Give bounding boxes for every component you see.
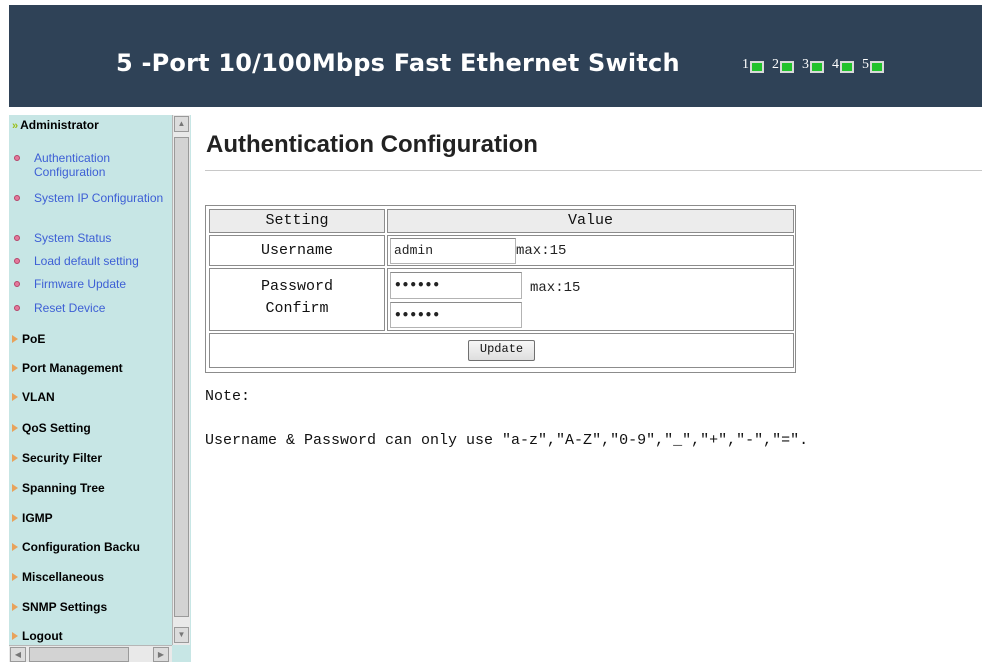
- sidebar-group-label: Logout: [22, 629, 63, 643]
- port-link-led-icon: [870, 61, 884, 73]
- password-value-cell: •••••• max:15 ••••••: [387, 268, 794, 331]
- column-header-setting: Setting: [209, 209, 385, 233]
- collapsed-arrow-icon: [12, 542, 18, 551]
- device-title: 5 -Port 10/100Mbps Fast Ethernet Switch: [116, 49, 680, 77]
- sidebar-group-label: Port Management: [22, 361, 123, 375]
- port-number: 4: [832, 57, 839, 72]
- port-link-led-icon: [750, 61, 764, 73]
- note-label: Note:: [205, 388, 251, 405]
- sidebar-group-label: SNMP Settings: [22, 600, 108, 614]
- title-divider: [205, 170, 982, 171]
- sidebar-group-port-management[interactable]: Port Management: [12, 361, 123, 375]
- port-number: 5: [862, 57, 869, 72]
- scrollbar-thumb[interactable]: [174, 137, 189, 617]
- port-link-led-icon: [810, 61, 824, 73]
- sidebar-group-label: VLAN: [22, 390, 55, 404]
- bullet-icon: [14, 155, 20, 161]
- port-1-status: 1: [742, 57, 764, 73]
- scroll-left-arrow-icon[interactable]: ◀: [10, 647, 26, 662]
- bullet-icon: [14, 195, 20, 201]
- sidebar-group-spanning-tree[interactable]: Spanning Tree: [12, 481, 105, 495]
- sidebar-item-label: Reset Device: [34, 301, 106, 315]
- bullet-icon: [14, 258, 20, 264]
- sidebar-group-security-filter[interactable]: Security Filter: [12, 451, 102, 465]
- port-link-led-icon: [780, 61, 794, 73]
- bullet-icon: [14, 305, 20, 311]
- page-title: Authentication Configuration: [206, 131, 538, 158]
- password-label: Password: [260, 278, 333, 295]
- sidebar-group-igmp[interactable]: IGMP: [12, 511, 53, 525]
- port-3-status: 3: [802, 57, 824, 73]
- port-status-indicators: 1 2 3 4 5: [742, 57, 884, 73]
- sidebar-group-configuration-backup[interactable]: Configuration Backu: [12, 540, 140, 554]
- password-label-cell: Password Confirm: [209, 268, 385, 331]
- sidebar-item-label: System Status: [34, 231, 112, 245]
- port-5-status: 5: [862, 57, 884, 73]
- confirm-password-input[interactable]: ••••••: [390, 302, 522, 328]
- username-value-cell: admin max:15: [387, 235, 794, 266]
- collapsed-arrow-icon: [12, 602, 18, 611]
- sidebar-vertical-scrollbar[interactable]: ▲ ▼: [172, 115, 190, 645]
- sidebar-group-miscellaneous[interactable]: Miscellaneous: [12, 570, 104, 584]
- column-header-value: Value: [387, 209, 794, 233]
- collapsed-arrow-icon: [12, 453, 18, 462]
- sidebar-group-vlan[interactable]: VLAN: [12, 390, 55, 404]
- port-2-status: 2: [772, 57, 794, 73]
- sidebar-item-label: Authentication Configuration: [34, 151, 111, 179]
- scrollbar-thumb[interactable]: [29, 647, 129, 662]
- sidebar-horizontal-scrollbar[interactable]: ◀ ▶: [9, 645, 172, 662]
- auth-config-table: Setting Value Username admin max:15 Pass…: [205, 205, 796, 373]
- sidebar-group-poe[interactable]: PoE: [12, 332, 45, 346]
- sidebar-group-snmp-settings[interactable]: SNMP Settings: [12, 600, 107, 614]
- scroll-up-arrow-icon[interactable]: ▲: [174, 116, 189, 132]
- username-input[interactable]: admin: [390, 238, 516, 264]
- collapsed-arrow-icon: [12, 334, 18, 343]
- scroll-right-arrow-icon[interactable]: ▶: [153, 647, 169, 662]
- username-max-hint: max:15: [516, 243, 567, 259]
- sidebar-group-label: Administrator: [20, 118, 99, 132]
- confirm-label: Confirm: [265, 300, 329, 317]
- collapsed-arrow-icon: [12, 572, 18, 581]
- username-label: Username: [209, 235, 385, 266]
- port-link-led-icon: [840, 61, 854, 73]
- scroll-down-arrow-icon[interactable]: ▼: [174, 627, 189, 643]
- expanded-arrows-icon: »: [12, 120, 19, 132]
- bullet-icon: [14, 281, 20, 287]
- collapsed-arrow-icon: [12, 513, 18, 522]
- sidebar-group-qos-setting[interactable]: QoS Setting: [12, 421, 91, 435]
- collapsed-arrow-icon: [12, 392, 18, 401]
- collapsed-arrow-icon: [12, 483, 18, 492]
- password-max-hint: max:15: [530, 280, 581, 296]
- collapsed-arrow-icon: [12, 631, 18, 640]
- port-number: 2: [772, 57, 779, 72]
- sidebar-group-label: PoE: [22, 332, 46, 346]
- update-row: Update: [209, 333, 794, 368]
- sidebar-group-label: QoS Setting: [22, 421, 91, 435]
- sidebar-group-label: Configuration Backu: [22, 540, 141, 554]
- note-text: Username & Password can only use ″a-z″,″…: [205, 432, 809, 449]
- collapsed-arrow-icon: [12, 363, 18, 372]
- update-button[interactable]: Update: [468, 340, 535, 361]
- sidebar-group-label: Spanning Tree: [22, 481, 105, 495]
- sidebar-item-label: System IP Configuration: [34, 191, 164, 205]
- port-number: 3: [802, 57, 809, 72]
- sidebar-item-label: Load default setting: [34, 254, 139, 268]
- sidebar-group-logout[interactable]: Logout: [12, 629, 63, 643]
- sidebar-nav: » Administrator Authentication Configurat…: [9, 115, 191, 662]
- sidebar-item-label: Firmware Update: [34, 277, 127, 291]
- port-number: 1: [742, 57, 749, 72]
- password-input[interactable]: ••••••: [390, 272, 522, 299]
- collapsed-arrow-icon: [12, 423, 18, 432]
- sidebar-group-administrator[interactable]: » Administrator: [12, 118, 99, 132]
- header-banner: 5 -Port 10/100Mbps Fast Ethernet Switch …: [9, 5, 982, 107]
- sidebar-group-label: Security Filter: [22, 451, 103, 465]
- port-4-status: 4: [832, 57, 854, 73]
- sidebar-group-label: Miscellaneous: [22, 570, 105, 584]
- sidebar-group-label: IGMP: [22, 511, 53, 525]
- bullet-icon: [14, 235, 20, 241]
